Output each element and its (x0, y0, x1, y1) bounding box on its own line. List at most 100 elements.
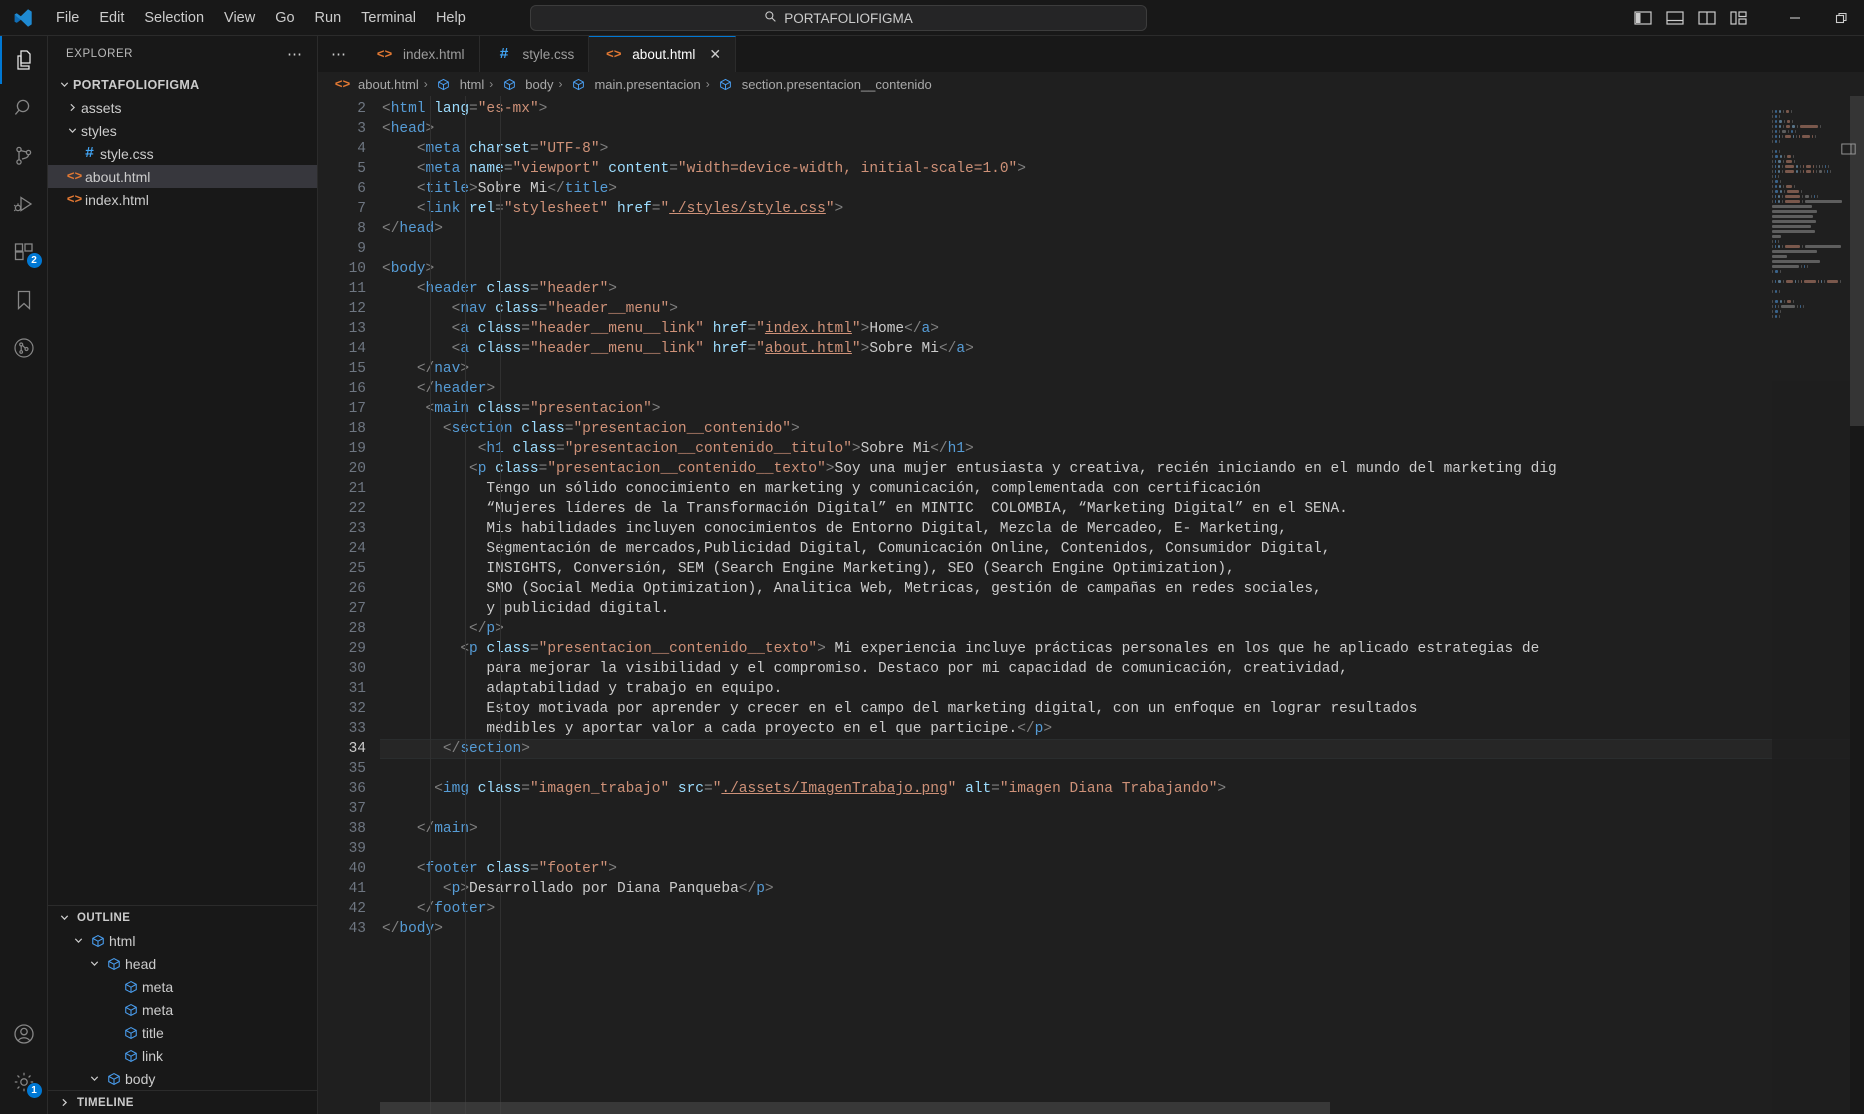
outline-item-head[interactable]: head (48, 952, 317, 975)
code-line[interactable]: y publicidad digital. (380, 599, 1864, 619)
code-line[interactable]: <meta name="viewport" content="width=dev… (380, 159, 1864, 179)
code-line[interactable]: Tengo un sólido conocimiento en marketin… (380, 479, 1864, 499)
timeline-section-header[interactable]: TIMELINE (48, 1090, 317, 1114)
outline-item-html[interactable]: html (48, 929, 317, 952)
vertical-scrollbar[interactable] (1850, 96, 1864, 1114)
minimize-icon[interactable] (1772, 0, 1818, 36)
code-line[interactable]: <h1 class="presentacion__contenido__titu… (380, 439, 1864, 459)
breadcrumb-item-main[interactable]: main.presentacion (567, 77, 701, 92)
code-line[interactable] (380, 759, 1864, 779)
ellipsis-icon[interactable]: ⋯ (287, 45, 303, 63)
activity-run-and-debug[interactable] (0, 180, 48, 228)
folder-root-portafoliofigma[interactable]: PORTAFOLIOFIGMA (48, 73, 317, 96)
code-line[interactable]: Mis habilidades incluyen conocimientos d… (380, 519, 1864, 539)
tab-index-html[interactable]: <> index.html (360, 36, 480, 72)
code-editor[interactable]: 2 3 4 5 6 7 8 9 10 11 12 13 14 15 16 17 18 19 20 21 22 23 24 25… (318, 96, 1864, 1114)
code-line[interactable] (380, 799, 1864, 819)
toggle-secondary-sidebar-icon[interactable] (1698, 10, 1716, 26)
code-line[interactable] (380, 839, 1864, 859)
code-line[interactable]: medibles y aportar valor a cada proyecto… (380, 719, 1864, 739)
menu-go[interactable]: Go (265, 6, 304, 30)
menu-help[interactable]: Help (426, 6, 476, 30)
file-about-html[interactable]: <> about.html (48, 165, 317, 188)
code-line[interactable]: <p>Desarrollado por Diana Panqueba</p> (380, 879, 1864, 899)
tab-style-css[interactable]: # style.css (479, 36, 590, 72)
code-line[interactable]: <a class="header__menu__link" href="abou… (380, 339, 1864, 359)
code-line[interactable]: <header class="header"> (380, 279, 1864, 299)
code-line[interactable] (380, 239, 1864, 259)
ellipsis-icon[interactable]: ⋯ (318, 36, 360, 72)
code-line[interactable]: <a class="header__menu__link" href="inde… (380, 319, 1864, 339)
breadcrumb-item-body[interactable]: body (498, 77, 553, 92)
code-line[interactable]: <p class="presentacion__contenido__texto… (380, 459, 1864, 479)
file-style-css[interactable]: # style.css (48, 142, 317, 165)
code-line[interactable]: <section class="presentacion__contenido"… (380, 419, 1864, 439)
code-line[interactable]: para mejorar la visibilidad y el comprom… (380, 659, 1864, 679)
outline-item-meta-1[interactable]: meta (48, 975, 317, 998)
toggle-panel-icon[interactable] (1666, 10, 1684, 26)
breadcrumb-item-file[interactable]: <> about.html (332, 77, 419, 92)
activity-manage[interactable]: 1 (0, 1058, 48, 1106)
folder-assets[interactable]: assets (48, 96, 317, 119)
code-line[interactable]: Estoy motivada por aprender y crecer en … (380, 699, 1864, 719)
code-line[interactable]: </p> (380, 619, 1864, 639)
breadcrumb-item-section[interactable]: section.presentacion__contenido (715, 77, 932, 92)
toggle-primary-sidebar-icon[interactable] (1634, 10, 1652, 26)
activity-extensions[interactable]: 2 (0, 228, 48, 276)
command-center-search[interactable]: PORTAFOLIOFIGMA (530, 5, 1147, 31)
activity-explorer[interactable] (0, 36, 48, 84)
code-line[interactable]: SMO (Social Media Optimization), Analiti… (380, 579, 1864, 599)
menu-terminal[interactable]: Terminal (351, 6, 426, 30)
code-line[interactable]: <main class="presentacion"> (380, 399, 1864, 419)
code-line[interactable]: INSIGHTS, Conversión, SEM (Search Engine… (380, 559, 1864, 579)
outline-item-title[interactable]: title (48, 1021, 317, 1044)
activity-search[interactable] (0, 84, 48, 132)
horizontal-scrollbar[interactable] (318, 1102, 1850, 1114)
code-line[interactable]: <html lang="es-mx"> (380, 99, 1864, 119)
code-line[interactable]: <link rel="stylesheet" href="./styles/st… (380, 199, 1864, 219)
breadcrumb-separator: › (558, 77, 563, 91)
customize-layout-icon[interactable] (1730, 10, 1748, 26)
folder-styles[interactable]: styles (48, 119, 317, 142)
menu-edit[interactable]: Edit (89, 6, 134, 30)
outline-item-link[interactable]: link (48, 1044, 317, 1067)
outline-item-body[interactable]: body (48, 1067, 317, 1090)
code-line[interactable]: Segmentación de mercados,Publicidad Digi… (380, 539, 1864, 559)
activity-accounts[interactable] (0, 1010, 48, 1058)
code-line[interactable]: <title>Sobre Mi</title> (380, 179, 1864, 199)
minimap[interactable] (1772, 96, 1850, 1114)
scrollbar-thumb[interactable] (380, 1102, 1330, 1114)
code-line[interactable]: <footer class="footer"> (380, 859, 1864, 879)
code-line[interactable]: <head> (380, 119, 1864, 139)
menu-run[interactable]: Run (305, 6, 352, 30)
code-line[interactable]: “Mujeres líderes de la Transformación Di… (380, 499, 1864, 519)
code-line[interactable]: </footer> (380, 899, 1864, 919)
file-index-html[interactable]: <> index.html (48, 188, 317, 211)
outline-item-meta-2[interactable]: meta (48, 998, 317, 1021)
outline-section-header[interactable]: OUTLINE (48, 905, 317, 929)
code-content[interactable]: <html lang="es-mx"><head> <meta charset=… (380, 96, 1864, 1114)
code-line[interactable]: </section> (380, 739, 1864, 759)
menu-file[interactable]: File (46, 6, 89, 30)
code-line[interactable]: adaptabilidad y trabajo en equipo. (380, 679, 1864, 699)
code-line[interactable]: <meta charset="UTF-8"> (380, 139, 1864, 159)
close-icon[interactable]: ✕ (709, 46, 721, 63)
code-line[interactable]: </body> (380, 919, 1864, 939)
code-line[interactable]: <body> (380, 259, 1864, 279)
breadcrumb-item-html[interactable]: html (433, 77, 484, 92)
activity-remote-explorer[interactable] (0, 324, 48, 372)
activity-bookmarks[interactable] (0, 276, 48, 324)
restore-icon[interactable] (1818, 0, 1864, 36)
menu-selection[interactable]: Selection (134, 6, 214, 30)
activity-source-control[interactable] (0, 132, 48, 180)
tab-about-html[interactable]: <> about.html ✕ (589, 36, 737, 72)
code-line[interactable]: </nav> (380, 359, 1864, 379)
toggle-secondary-sidebar-icon[interactable] (1841, 142, 1856, 160)
code-line[interactable]: </header> (380, 379, 1864, 399)
menu-view[interactable]: View (214, 6, 265, 30)
code-line[interactable]: <p class="presentacion__contenido__texto… (380, 639, 1864, 659)
code-line[interactable]: </main> (380, 819, 1864, 839)
code-line[interactable]: <img class="imagen_trabajo" src="./asset… (380, 779, 1864, 799)
code-line[interactable]: </head> (380, 219, 1864, 239)
code-line[interactable]: <nav class="header__menu"> (380, 299, 1864, 319)
